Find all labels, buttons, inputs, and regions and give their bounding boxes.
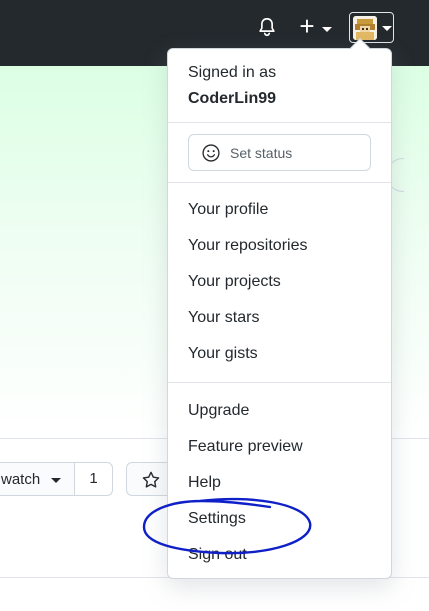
divider: [168, 182, 391, 183]
set-status-label: Set status: [230, 145, 293, 161]
signed-in-label: Signed in as: [188, 64, 277, 81]
menu-item-your-stars[interactable]: Your stars: [188, 309, 259, 327]
watch-count[interactable]: 1: [74, 462, 113, 496]
bell-icon[interactable]: [256, 16, 278, 38]
user-dropdown-menu: Signed in as CoderLin99 Set status Your …: [167, 38, 392, 579]
avatar: [353, 16, 377, 40]
username: CoderLin99: [188, 90, 277, 107]
plus-icon[interactable]: +: [297, 13, 317, 39]
divider: [168, 382, 391, 383]
menu-item-your-projects[interactable]: Your projects: [188, 273, 281, 291]
menu-item-your-profile[interactable]: Your profile: [188, 201, 268, 219]
chevron-down-icon[interactable]: [322, 27, 332, 32]
menu-item-help[interactable]: Help: [188, 474, 221, 492]
menu-item-your-gists[interactable]: Your gists: [188, 345, 258, 363]
menu-item-upgrade[interactable]: Upgrade: [188, 402, 249, 420]
watch-label: watch: [1, 471, 41, 488]
menu-item-your-repositories[interactable]: Your repositories: [188, 237, 307, 255]
star-icon: [142, 471, 160, 488]
smiley-icon: [202, 144, 220, 162]
set-status-button[interactable]: Set status: [188, 134, 371, 171]
divider: [168, 122, 391, 123]
menu-item-settings[interactable]: Settings: [188, 510, 246, 528]
menu-item-feature-preview[interactable]: Feature preview: [188, 438, 303, 456]
chevron-down-icon: [382, 26, 392, 31]
user-avatar-button[interactable]: [349, 12, 394, 43]
menu-item-sign-out[interactable]: Sign out: [188, 546, 247, 564]
watch-button[interactable]: watch: [0, 462, 75, 496]
chevron-down-icon: [51, 478, 61, 483]
